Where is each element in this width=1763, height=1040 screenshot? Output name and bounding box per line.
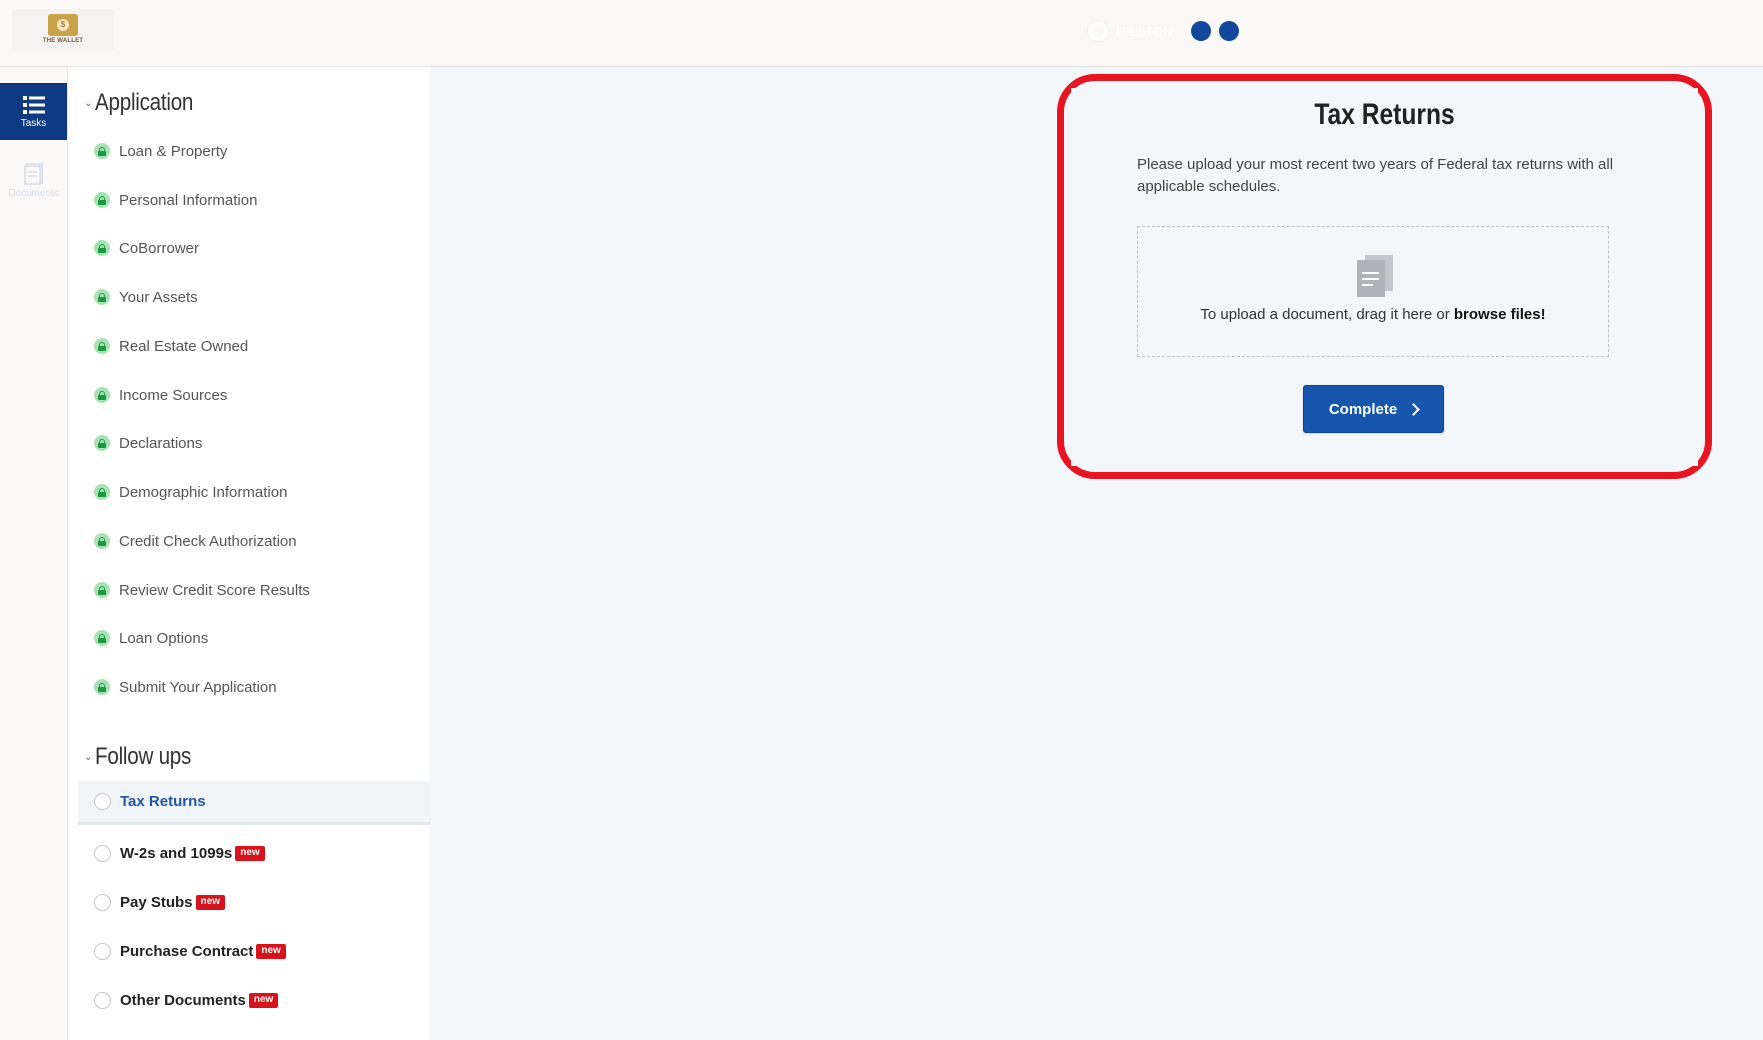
lock-icon (94, 289, 110, 305)
browse-files-link[interactable]: browse files! (1454, 306, 1546, 323)
lock-icon (94, 679, 110, 695)
sidebar-item-coborrower[interactable]: CoBorrower (94, 237, 199, 259)
sidebar-item-your-assets[interactable]: Your Assets (94, 286, 198, 308)
sidebar-item-personal-information[interactable]: Personal Information (94, 189, 257, 211)
lock-icon (94, 240, 110, 256)
rail-tasks-label: Tasks (20, 117, 47, 129)
rail-tasks[interactable]: Tasks (0, 83, 67, 140)
sidebar-item-loan-property[interactable]: Loan & Property (94, 140, 227, 162)
sidebar-item-income-sources[interactable]: Income Sources (94, 384, 227, 406)
list-icon (22, 95, 45, 114)
task-sidebar: ⌄ Application Loan & Property Personal I… (67, 67, 431, 1040)
lock-icon (94, 435, 110, 451)
upload-card: Tax Returns Please upload your most rece… (1071, 88, 1698, 466)
sidebar-item-real-estate-owned[interactable]: Real Estate Owned (94, 335, 248, 357)
radio-icon[interactable] (94, 991, 111, 1009)
brand-logo[interactable]: $ THE WALLET (12, 9, 114, 49)
dropzone-text: To upload a document, drag it here or br… (1200, 306, 1546, 323)
lock-icon (94, 484, 110, 500)
sidebar-item-tax-returns[interactable]: Tax Returns (78, 781, 431, 825)
lock-icon (94, 582, 110, 598)
documents-icon (23, 162, 43, 185)
status-dot-2[interactable] (1219, 21, 1240, 41)
application-section-header[interactable]: ⌄ Application (84, 89, 209, 117)
lock-icon (94, 143, 110, 159)
sidebar-item-w2s-1099s[interactable]: W-2s and 1099s new (78, 831, 431, 875)
top-bar: $ THE WALLET HILLTON (0, 0, 1763, 67)
lock-icon (94, 630, 110, 646)
status-dot-1[interactable] (1191, 21, 1212, 41)
new-badge: new (256, 943, 286, 959)
lock-icon (94, 387, 110, 403)
sidebar-item-credit-check-authorization[interactable]: Credit Check Authorization (94, 530, 297, 552)
rail-documents-label: Documents (8, 187, 59, 199)
wallet-icon: $ (48, 14, 78, 36)
document-icon (1357, 255, 1393, 297)
upload-description: Please upload your most recent two years… (1137, 156, 1614, 195)
left-rail: Tasks Documents (0, 67, 67, 1040)
radio-icon[interactable] (94, 844, 111, 862)
radio-icon[interactable] (94, 942, 111, 960)
chevron-down-icon: ⌄ (84, 751, 93, 763)
radio-icon[interactable] (94, 893, 111, 911)
chevron-right-icon (1407, 402, 1421, 416)
application-section-title: Application (95, 89, 194, 116)
radio-icon[interactable] (94, 793, 111, 810)
rail-documents[interactable]: Documents (0, 152, 67, 209)
chevron-down-icon: ⌄ (84, 97, 93, 109)
complete-button-label: Complete (1328, 400, 1398, 418)
page-title: Tax Returns (1314, 98, 1455, 131)
upload-dropzone[interactable]: To upload a document, drag it here or br… (1137, 226, 1609, 357)
top-status-text: HILLTON (1116, 23, 1174, 39)
sidebar-item-loan-options[interactable]: Loan Options (94, 627, 208, 649)
lock-icon (94, 192, 110, 208)
new-badge: new (248, 992, 279, 1008)
top-status: HILLTON (1088, 20, 1240, 42)
ring-icon (1088, 21, 1108, 41)
sidebar-item-review-credit-score-results[interactable]: Review Credit Score Results (94, 579, 310, 601)
sidebar-item-declarations[interactable]: Declarations (94, 432, 202, 454)
complete-button[interactable]: Complete (1303, 385, 1444, 433)
sidebar-item-submit-your-application[interactable]: Submit Your Application (94, 676, 277, 698)
lock-icon (94, 338, 110, 354)
follow-ups-section-title: Follow ups (95, 743, 192, 770)
lock-icon (94, 533, 110, 549)
new-badge: new (235, 845, 265, 861)
sidebar-item-other-documents[interactable]: Other Documents new (78, 978, 431, 1022)
sidebar-item-purchase-contract[interactable]: Purchase Contract new (78, 929, 431, 973)
sidebar-item-demographic-information[interactable]: Demographic Information (94, 481, 287, 503)
new-badge: new (195, 894, 225, 910)
sidebar-item-pay-stubs[interactable]: Pay Stubs new (78, 880, 431, 924)
logo-text: THE WALLET (42, 38, 84, 44)
follow-ups-section-header[interactable]: ⌄ Follow ups (84, 743, 207, 771)
